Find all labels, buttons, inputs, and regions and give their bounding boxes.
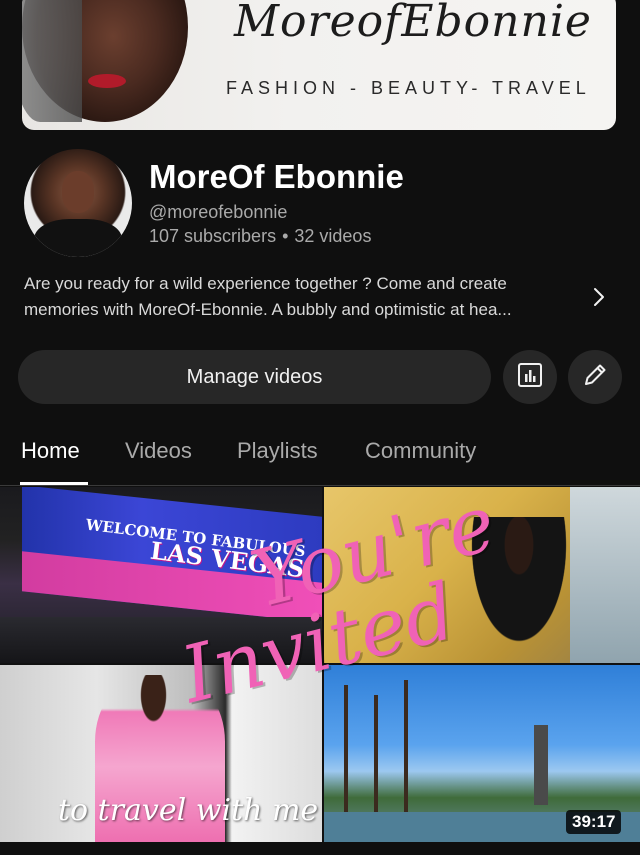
channel-tabs: Home Videos Playlists Community — [0, 432, 640, 486]
video-duration-badge: 39:17 — [566, 810, 622, 834]
subscriber-count: 107 subscribers — [149, 226, 277, 246]
banner-script-text: MoreofEbonnie — [234, 0, 592, 47]
pencil-icon — [581, 361, 609, 394]
channel-handle: @moreofebonnie — [149, 202, 288, 222]
featured-video-thumbnail[interactable]: WELCOME TO FABULOUS LAS VEGAS You're Inv… — [0, 487, 640, 842]
stats-separator: • — [282, 226, 289, 246]
edit-channel-button[interactable] — [568, 350, 622, 404]
channel-stats: 107 subscribers • 32 videos — [149, 226, 371, 247]
overlay-caption: to travel with me — [58, 793, 319, 828]
analytics-button[interactable] — [503, 350, 557, 404]
chevron-right-icon[interactable] — [588, 284, 610, 310]
video-count: 32 videos — [294, 226, 372, 246]
banner-image: MoreofEbonnie FASHION - BEAUTY- TRAVEL — [22, 0, 616, 130]
active-tab-indicator — [20, 482, 88, 485]
description-line-2: memories with MoreOf-Ebonnie. A bubbly a… — [24, 300, 512, 319]
channel-description[interactable]: Are you ready for a wild experience toge… — [24, 271, 584, 323]
banner-portrait — [22, 0, 188, 122]
tab-community[interactable]: Community — [365, 438, 476, 464]
description-line-1: Are you ready for a wild experience toge… — [24, 274, 507, 293]
bar-chart-icon — [516, 361, 544, 394]
tab-playlists[interactable]: Playlists — [237, 438, 318, 464]
channel-name: MoreOf Ebonnie — [149, 158, 404, 195]
tab-videos[interactable]: Videos — [125, 438, 192, 464]
manage-videos-label: Manage videos — [186, 365, 323, 388]
manage-videos-button[interactable]: Manage videos — [18, 350, 491, 404]
channel-banner: MoreofEbonnie FASHION - BEAUTY- TRAVEL — [0, 0, 640, 132]
channel-avatar[interactable] — [24, 149, 132, 257]
tab-home[interactable]: Home — [21, 438, 80, 464]
banner-tagline: FASHION - BEAUTY- TRAVEL — [226, 78, 591, 98]
